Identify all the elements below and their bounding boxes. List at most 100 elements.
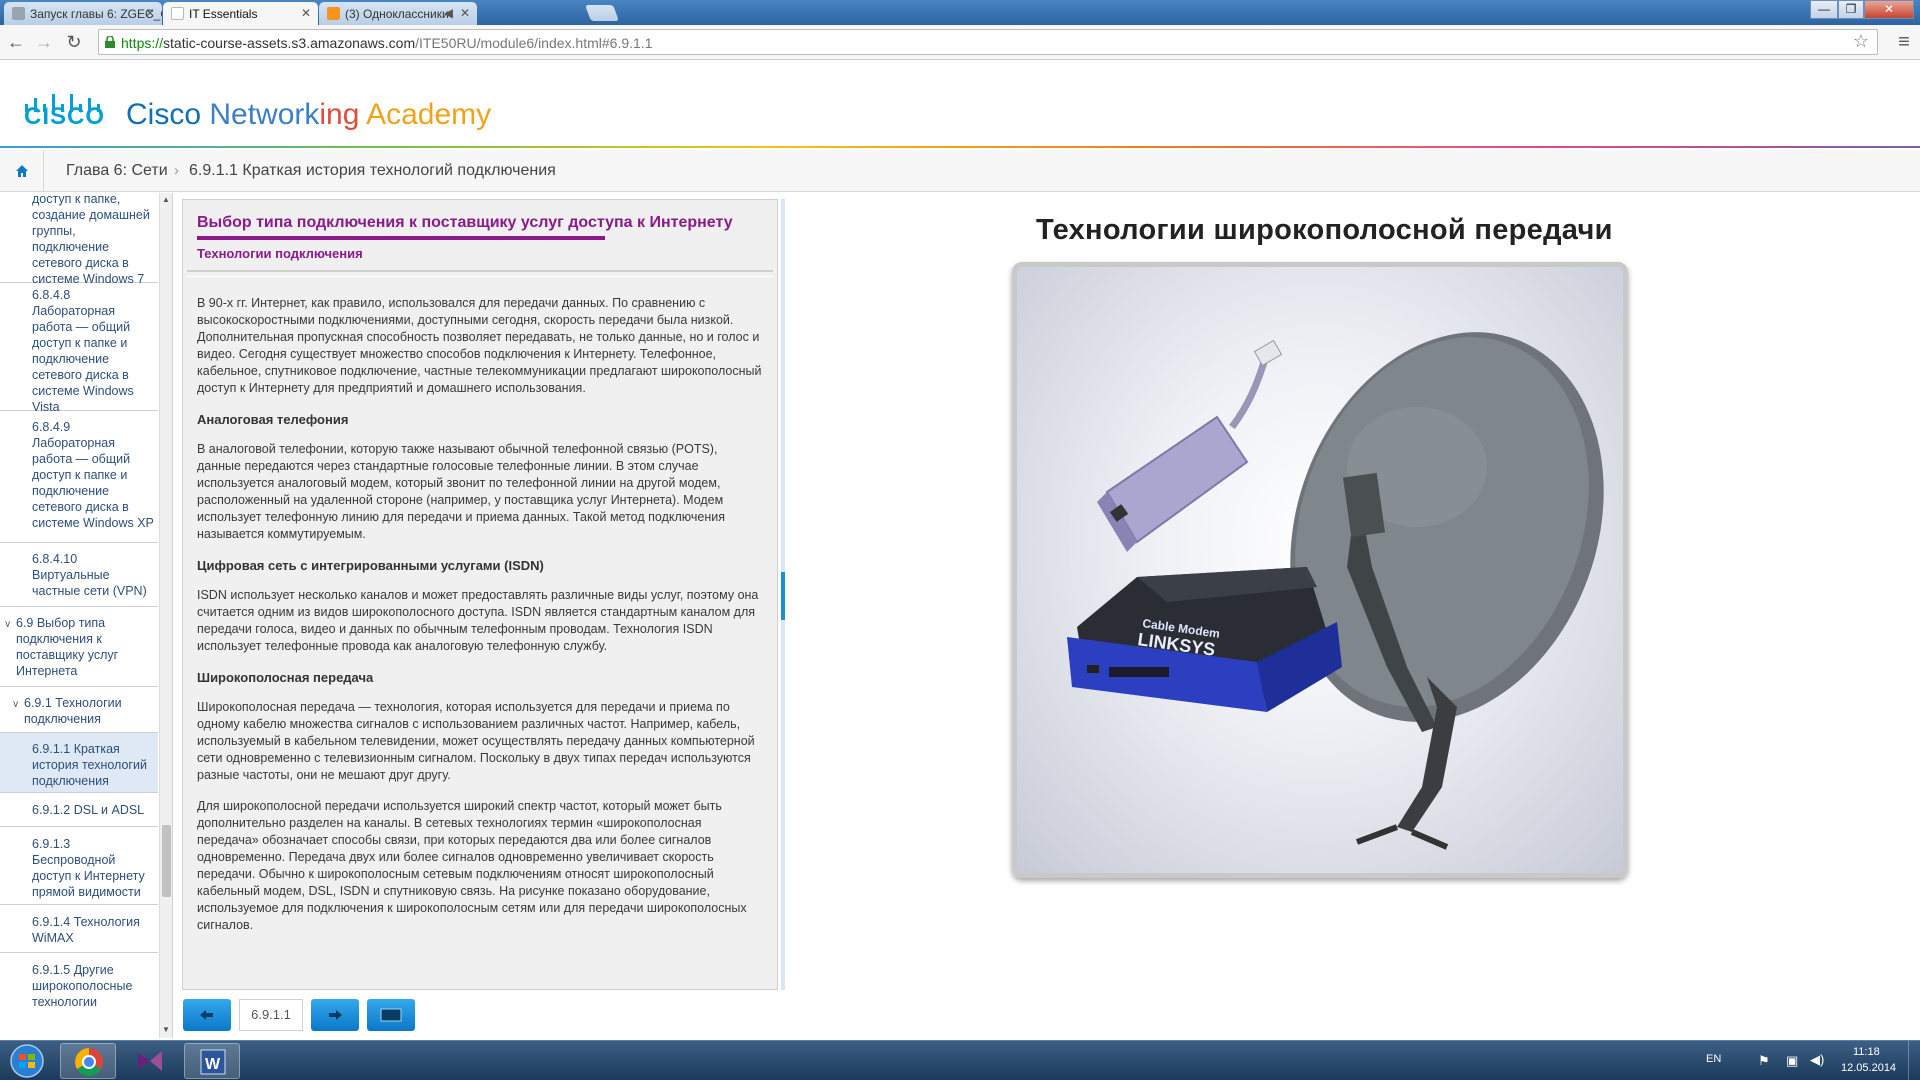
section-paragraph: ISDN использует несколько каналов и може…	[197, 588, 759, 653]
address-bar[interactable]: https://static-course-assets.s3.amazonaw…	[98, 29, 1878, 55]
close-window-button[interactable]: ✕	[1864, 0, 1914, 19]
nav-item-label: 6.9.1.3 Беспроводной доступ к Интернету …	[32, 837, 145, 899]
forward-arrow-icon[interactable]: →	[32, 30, 56, 54]
nav-item-label: 6.9.1.5 Другие широкополосные технологии	[32, 963, 133, 1009]
bookmark-star-icon[interactable]: ☆	[1853, 31, 1869, 52]
language-indicator[interactable]: EN	[1706, 1053, 1721, 1065]
tab-label: (3) Одноклассники	[345, 7, 449, 21]
title-part: Network	[209, 98, 320, 131]
browser-tab-it-essentials[interactable]: IT Essentials ✕	[163, 2, 318, 25]
nav-item-6-9-1-1[interactable]: 6.9.1.1 Краткая история технологий подкл…	[0, 733, 158, 793]
clock-date[interactable]: 12.05.2014	[1841, 1062, 1896, 1074]
nav-scrollbar-thumb[interactable]	[162, 825, 171, 897]
nav-item-6-8-4-9[interactable]: 6.8.4.9 Лабораторная работа — общий дост…	[0, 411, 158, 543]
section-paragraph: Для широкополосной передачи используется…	[197, 799, 747, 932]
section-heading: Широкополосная передача	[197, 670, 374, 685]
url-text: https://static-course-assets.s3.amazonaw…	[121, 35, 652, 51]
audio-speaker-icon[interactable]: ◀	[444, 6, 453, 20]
chevron-down-icon: ∨	[12, 699, 20, 710]
taskbar-word-app[interactable]: W	[184, 1043, 240, 1079]
rj11-connector-icon	[1253, 339, 1283, 367]
nav-item-6-9[interactable]: ∨ 6.9 Выбор типа подключения к поставщик…	[0, 607, 158, 687]
chrome-icon	[75, 1048, 103, 1076]
intro-paragraph: В 90-х гг. Интернет, как правило, исполь…	[197, 296, 762, 395]
tab-label: Запуск главы 6: ZGEC_GR	[30, 7, 162, 21]
show-desktop-button[interactable]	[1908, 1041, 1920, 1080]
home-button[interactable]	[0, 150, 44, 192]
content-body: В 90-х гг. Интернет, как правило, исполь…	[187, 276, 773, 988]
close-tab-icon[interactable]: ✕	[301, 6, 311, 20]
nav-item-6-9-1-3[interactable]: 6.9.1.3 Беспроводной доступ к Интернету …	[0, 827, 158, 905]
nav-item-6-9-1-4[interactable]: 6.9.1.4 Технология WiMAX	[0, 905, 158, 953]
minimize-window-button[interactable]: —	[1810, 0, 1838, 19]
clock-time[interactable]: 11:18	[1853, 1046, 1880, 1058]
arrow-right-icon	[329, 1010, 342, 1020]
title-underline	[197, 236, 605, 240]
close-tab-icon[interactable]: ✕	[145, 6, 155, 20]
home-icon	[16, 165, 28, 177]
nav-item-label: 6.9.1 Технологии подключения	[24, 696, 122, 726]
nav-item-label: 6.8.4.8 Лабораторная работа — общий дост…	[32, 288, 134, 414]
scroll-up-icon[interactable]: ▲	[162, 195, 170, 204]
section-heading: Аналоговая телефония	[197, 412, 349, 427]
header-rainbow-divider	[0, 146, 1920, 148]
taskbar-chrome-app[interactable]	[60, 1043, 116, 1079]
browser-menu-icon[interactable]: ≡	[1893, 30, 1915, 54]
maximize-window-button[interactable]: ❐	[1838, 0, 1864, 19]
browser-tab-odnoklassniki[interactable]: (3) Одноклассники ◀ ✕	[319, 2, 477, 25]
academy-title: Cisco Networking Academy	[126, 98, 491, 132]
nav-item-label: 6.8.4.10 Виртуальные частные сети (VPN)	[32, 552, 147, 598]
next-page-button[interactable]	[311, 999, 359, 1031]
back-arrow-icon[interactable]: ←	[4, 30, 28, 54]
taskbar-visual-studio-app[interactable]	[122, 1043, 178, 1079]
new-tab-button[interactable]	[585, 5, 619, 21]
nav-item-6-9-1[interactable]: ∨ 6.9.1 Технологии подключения	[0, 687, 158, 733]
windows-taskbar: W EN ⚑ ▣ ◀) 11:18 12.05.2014	[0, 1040, 1920, 1080]
action-center-flag-icon[interactable]: ⚑	[1758, 1053, 1770, 1069]
arrow-left-icon	[200, 1010, 213, 1020]
title-part: Academy	[366, 98, 492, 131]
url-host: static-course-assets.s3.amazonaws.com	[163, 35, 416, 51]
screen-icon	[380, 1008, 402, 1022]
content-title: Выбор типа подключения к поставщику услу…	[197, 214, 733, 231]
title-part: ing	[319, 98, 367, 131]
visual-studio-icon	[138, 1051, 162, 1071]
chevron-down-icon: ∨	[4, 619, 12, 630]
volume-icon[interactable]: ◀)	[1810, 1052, 1824, 1068]
scroll-down-icon[interactable]: ▼	[162, 1025, 170, 1034]
browser-tab-chapter-launch[interactable]: Запуск главы 6: ZGEC_GR ✕	[4, 2, 162, 25]
reload-icon[interactable]: ↻	[62, 30, 86, 54]
browser-tab-strip: Запуск главы 6: ZGEC_GR ✕ IT Essentials …	[0, 0, 1920, 25]
windows-start-icon[interactable]	[5, 1043, 49, 1079]
nav-item-label: 6.8.4.9 Лабораторная работа — общий дост…	[32, 420, 154, 530]
section-heading: Цифровая сеть с интегрированными услугам…	[197, 558, 544, 573]
page-number-field[interactable]: 6.9.1.1	[239, 999, 303, 1031]
content-subtitle: Технологии подключения	[197, 246, 363, 261]
nav-scrollbar[interactable]: ▲ ▼	[159, 193, 172, 1038]
network-icon[interactable]: ▣	[1786, 1053, 1798, 1069]
url-path: /ITE50RU/module6/index.html#6.9.1.1	[415, 35, 653, 51]
url-scheme: https://	[121, 35, 164, 51]
dsl-filter-icon	[1105, 415, 1249, 544]
nav-item-label: 6.9 Выбор типа подключения к поставщику …	[16, 616, 119, 678]
breadcrumb-chapter[interactable]: Глава 6: Сети	[66, 162, 168, 180]
nav-item-label: доступ к папке, создание домашней группы…	[32, 193, 150, 286]
previous-page-button[interactable]	[183, 999, 231, 1031]
nav-item-6-8-4-10[interactable]: 6.8.4.10 Виртуальные частные сети (VPN)	[0, 543, 158, 607]
nav-item-6-9-1-5[interactable]: 6.9.1.5 Другие широкополосные технологии	[0, 953, 158, 1038]
chevron-right-icon: ›	[174, 162, 179, 179]
nav-item-6-8-4-8[interactable]: 6.8.4.8 Лабораторная работа — общий дост…	[0, 283, 158, 414]
breadcrumb: Глава 6: Сети › 6.9.1.1 Краткая история …	[0, 150, 1920, 192]
nav-item-label: 6.9.1.1 Краткая история технологий подкл…	[32, 742, 147, 788]
cisco-logo-text: CISCO	[24, 103, 106, 130]
fullscreen-toggle-button[interactable]	[367, 999, 415, 1031]
ok-favicon-icon	[327, 7, 340, 20]
breadcrumb-current-page: 6.9.1.1 Краткая история технологий подкл…	[189, 162, 556, 179]
media-title: Технологии широкополосной передачи	[1036, 214, 1613, 246]
close-tab-icon[interactable]: ✕	[460, 6, 470, 20]
content-scrollbar-thumb[interactable]	[781, 572, 785, 620]
nav-item-6-8-4-7[interactable]: доступ к папке, создание домашней группы…	[0, 193, 158, 286]
broadband-equipment-illustration: Cable Modem LINKSYS	[1067, 332, 1604, 850]
nav-item-6-9-1-2[interactable]: 6.9.1.2 DSL и ADSL	[0, 793, 158, 827]
lock-icon	[105, 36, 115, 48]
